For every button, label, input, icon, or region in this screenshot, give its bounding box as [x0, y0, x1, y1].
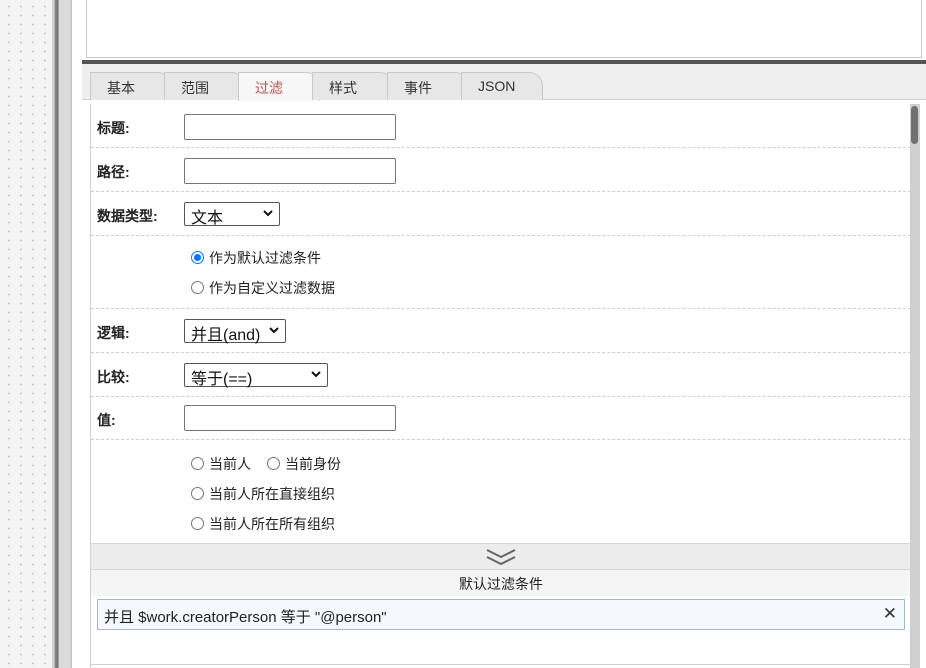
tab-filter[interactable]: 过滤 — [238, 72, 320, 101]
logic-value: 并且(and) — [191, 327, 261, 344]
compare-row: 比较: 等于(==) — [91, 353, 910, 397]
value-input[interactable] — [184, 405, 396, 431]
chevron-down-icon — [310, 367, 322, 385]
property-tabs: 基本 范围 过滤 样式 事件 JSON — [82, 64, 926, 101]
tab-style[interactable]: 样式 — [312, 72, 394, 100]
tab-json[interactable]: JSON — [461, 72, 543, 100]
logic-row: 逻辑: 并且(and) — [91, 309, 910, 353]
double-chevron-down-icon[interactable] — [485, 548, 517, 569]
radio-label: 当前人所在所有组织 — [209, 516, 335, 532]
tab-label: 事件 — [404, 80, 432, 96]
data-type-label: 数据类型: — [97, 208, 158, 224]
filter-mode-row: 作为默认过滤条件 作为自定义过滤数据 — [91, 236, 910, 309]
tab-label: 样式 — [329, 80, 357, 96]
radio-custom-filter[interactable] — [191, 281, 204, 294]
vertical-scrollbar[interactable] — [910, 104, 920, 668]
path-label: 路径: — [97, 164, 130, 180]
tab-label: 范围 — [181, 80, 209, 96]
value-option-direct-org[interactable]: 当前人所在直接组织 — [191, 484, 335, 504]
preview-area — [86, 0, 922, 58]
value-option-all-orgs[interactable]: 当前人所在所有组织 — [191, 514, 335, 534]
radio-label: 当前人所在直接组织 — [209, 486, 335, 502]
value-label: 值: — [97, 412, 116, 428]
radio-label: 当前身份 — [285, 456, 341, 472]
chevron-down-icon — [262, 206, 274, 224]
compare-value: 等于(==) — [191, 371, 253, 388]
filter-mode-custom-option[interactable]: 作为自定义过滤数据 — [191, 278, 335, 298]
panel-bottom-divider — [91, 664, 910, 665]
default-filter-title: 默认过滤条件 — [91, 570, 910, 596]
tab-label: 基本 — [107, 80, 135, 96]
radio-current-person[interactable] — [191, 457, 204, 470]
filter-panel: 标题: 路径: 数据类型: 文本 作为默认过滤条件 作为自定义过滤数据 逻辑: … — [90, 104, 910, 668]
tab-scope[interactable]: 范围 — [164, 72, 246, 100]
logic-label: 逻辑: — [97, 325, 130, 341]
chevron-down-icon — [268, 323, 280, 341]
radio-direct-org[interactable] — [191, 487, 204, 500]
tab-basic[interactable]: 基本 — [90, 72, 172, 100]
data-type-value: 文本 — [191, 210, 224, 227]
title-input[interactable] — [184, 114, 396, 140]
filter-condition-item[interactable]: 并且 $work.creatorPerson 等于 "@person" ✕ — [97, 599, 905, 630]
window-frame-splitter[interactable] — [52, 0, 72, 668]
left-dotted-panel — [0, 0, 52, 668]
radio-label: 作为自定义过滤数据 — [209, 280, 335, 296]
filter-mode-default-option[interactable]: 作为默认过滤条件 — [191, 248, 321, 268]
radio-label: 作为默认过滤条件 — [209, 250, 321, 266]
compare-label: 比较: — [97, 369, 130, 385]
tab-label: 过滤 — [255, 80, 283, 96]
logic-select[interactable]: 并且(and) — [184, 319, 286, 344]
collapse-toggle-bar[interactable] — [91, 543, 910, 570]
path-row: 路径: — [91, 148, 910, 192]
title-label: 标题: — [97, 120, 130, 136]
radio-default-filter[interactable] — [191, 251, 204, 264]
filter-condition-text: 并且 $work.creatorPerson 等于 "@person" — [104, 609, 387, 626]
compare-select[interactable]: 等于(==) — [184, 363, 328, 388]
radio-label: 当前人 — [209, 456, 251, 472]
scrollbar-thumb[interactable] — [911, 106, 918, 144]
tab-label: JSON — [478, 78, 516, 94]
value-row: 值: — [91, 397, 910, 440]
tab-events[interactable]: 事件 — [387, 72, 469, 100]
value-option-current-person[interactable]: 当前人 — [191, 454, 251, 474]
title-row: 标题: — [91, 104, 910, 148]
data-type-row: 数据类型: 文本 — [91, 192, 910, 236]
close-icon[interactable]: ✕ — [883, 604, 897, 624]
path-input[interactable] — [184, 158, 396, 184]
value-option-current-identity[interactable]: 当前身份 — [267, 454, 341, 474]
data-type-select[interactable]: 文本 — [184, 202, 280, 227]
radio-all-orgs[interactable] — [191, 517, 204, 530]
radio-current-identity[interactable] — [267, 457, 280, 470]
value-options-row: 当前人 当前身份 当前人所在直接组织 当前人所在所有组织 — [91, 440, 910, 543]
